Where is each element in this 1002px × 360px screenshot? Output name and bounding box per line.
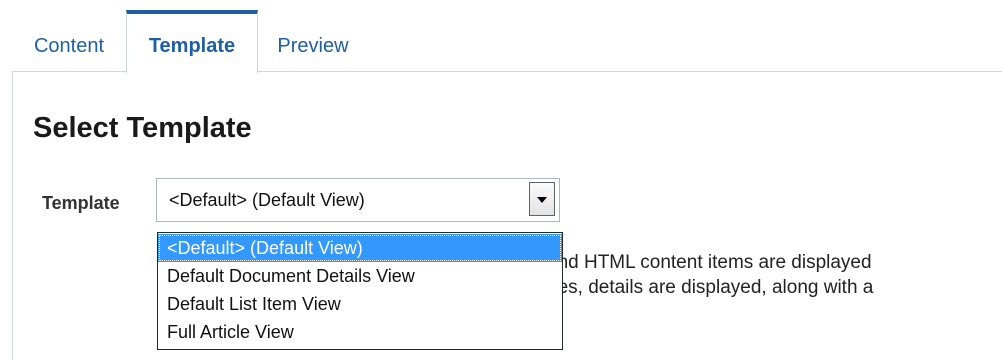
template-editor-page: Content Template Preview Select Template… xyxy=(0,0,1002,360)
tab-template[interactable]: Template xyxy=(126,10,258,73)
template-select[interactable]: <Default> (Default View) xyxy=(156,178,560,222)
template-select-value: <Default> (Default View) xyxy=(169,190,365,210)
template-options-list: <Default> (Default View) Default Documen… xyxy=(157,232,563,350)
option-document-details-view[interactable]: Default Document Details View xyxy=(158,262,562,290)
option-list-item-view[interactable]: Default List Item View xyxy=(158,290,562,318)
tab-bar: Content Template Preview xyxy=(12,10,368,73)
chevron-down-icon xyxy=(537,197,547,203)
template-label: Template xyxy=(42,193,120,213)
dropdown-button[interactable] xyxy=(529,182,555,216)
description-text-line: and HTML content items are displayed xyxy=(547,252,872,273)
tab-content[interactable]: Content xyxy=(12,10,126,72)
page-title: Select Template xyxy=(33,112,252,144)
tab-preview[interactable]: Preview xyxy=(258,10,368,72)
option-default-view[interactable]: <Default> (Default View) xyxy=(158,234,562,262)
description-text-line: pes, details are displayed, along with a xyxy=(547,277,874,298)
option-full-article-view[interactable]: Full Article View xyxy=(158,318,562,346)
template-panel: Select Template Template <Default> (Defa… xyxy=(12,71,1002,360)
